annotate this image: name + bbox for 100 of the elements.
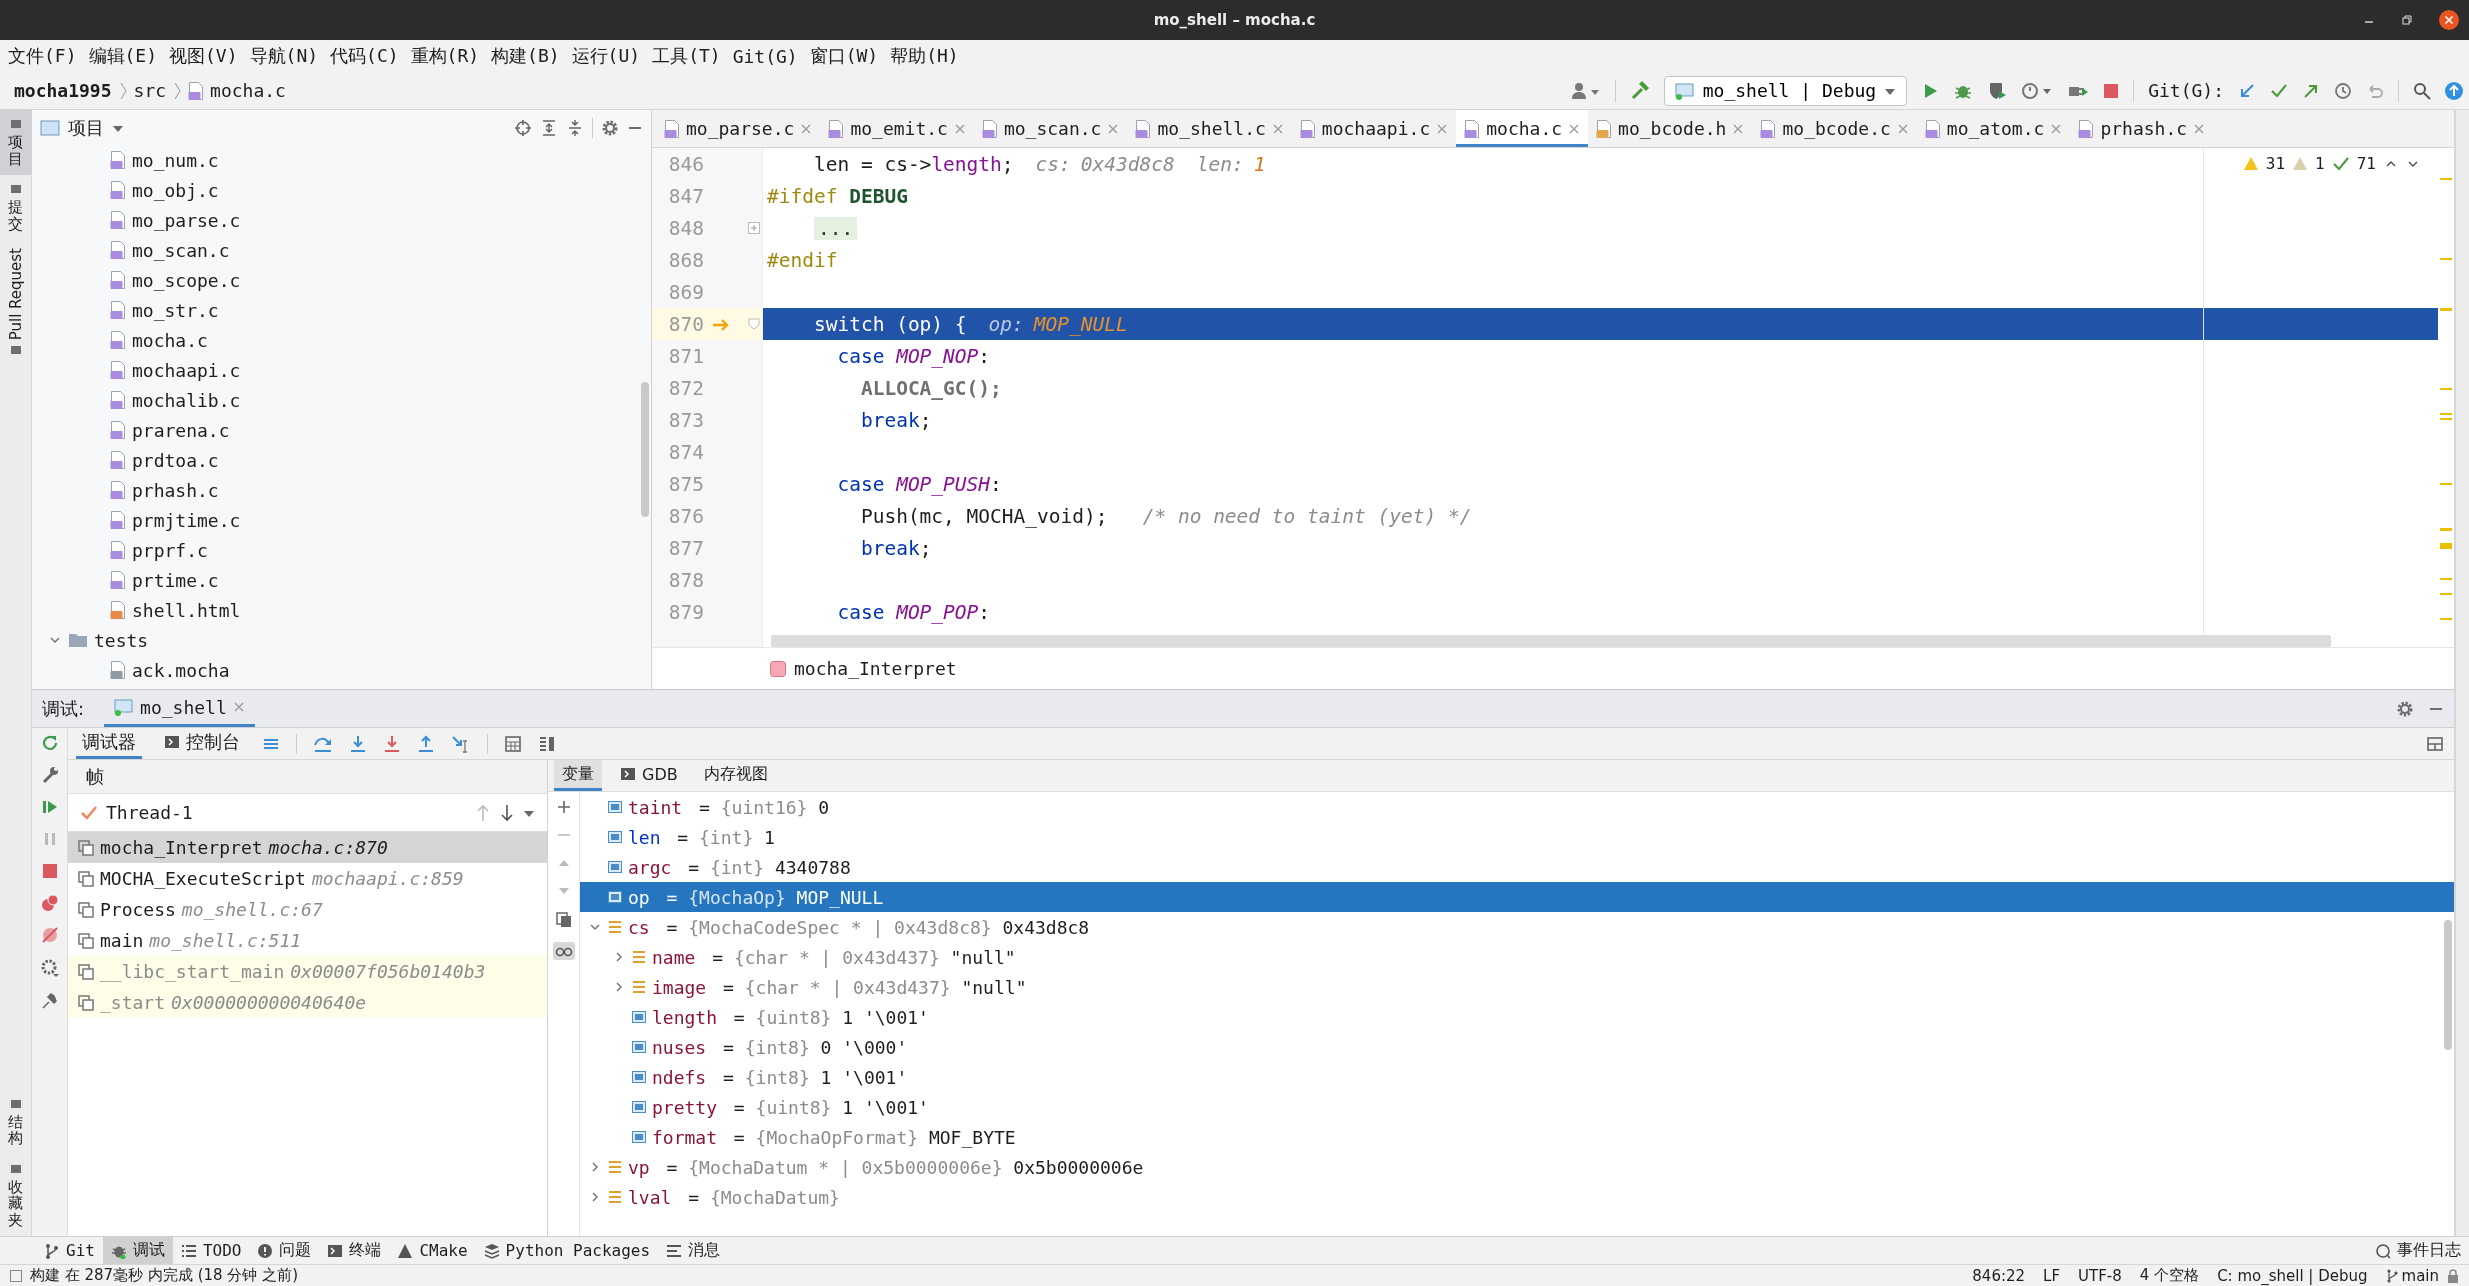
variable-row[interactable]: name = {char * | 0x43d437} "null" xyxy=(580,942,2454,972)
file-name[interactable]: mo_num.c xyxy=(132,149,219,171)
variable-row[interactable]: len = {int} 1 xyxy=(580,822,2454,852)
tool-window-button[interactable]: CMake xyxy=(389,1237,476,1264)
resume-icon[interactable] xyxy=(40,798,59,816)
folder-name[interactable]: tests xyxy=(94,629,149,651)
file-name[interactable]: mochaapi.c xyxy=(132,359,241,381)
file-name[interactable]: prhash.c xyxy=(132,479,219,501)
run-configuration-dropdown[interactable]: mo_shell | Debug xyxy=(1663,75,1908,106)
arrow-up-icon[interactable] xyxy=(475,803,491,822)
editor-tab[interactable]: mocha.c xyxy=(1456,110,1589,147)
tool-window-tab[interactable]: 提交 xyxy=(0,175,31,240)
variable-row[interactable]: pretty = {uint8} 1 '\001' xyxy=(580,1092,2454,1122)
file-name[interactable]: mocha.c xyxy=(132,329,208,351)
editor-tab[interactable]: mo_scan.c xyxy=(973,110,1128,147)
collapse-all-icon[interactable] xyxy=(566,118,584,137)
close-icon[interactable] xyxy=(2439,10,2459,30)
menu-item[interactable]: 构建(B) xyxy=(485,42,566,70)
arrow-down-icon[interactable] xyxy=(499,803,515,822)
breakpoints-icon[interactable] xyxy=(40,894,59,912)
tool-window-tab[interactable]: 收藏夹 xyxy=(0,1154,31,1236)
tool-window-button[interactable]: 调试 xyxy=(102,1237,173,1264)
file-name[interactable]: mo_scan.c xyxy=(132,239,230,261)
add-icon[interactable] xyxy=(556,800,571,814)
file-name[interactable]: ack.mocha xyxy=(132,659,230,681)
expand-all-icon[interactable] xyxy=(540,118,558,137)
variable-row[interactable]: cs = {MochaCodeSpec * | 0x43d8c8} 0x43d8c8 xyxy=(580,912,2454,942)
coverage-icon[interactable] xyxy=(1987,80,2008,101)
editor-tab[interactable]: prhash.c xyxy=(2070,110,2214,147)
panel-tab[interactable]: 变量 xyxy=(554,760,602,791)
status-item[interactable]: 846:22 xyxy=(1972,1266,2026,1285)
file-name[interactable]: mo_parse.c xyxy=(132,209,241,231)
profile-icon[interactable] xyxy=(2021,80,2054,101)
glasses-icon[interactable] xyxy=(552,942,575,960)
file-name[interactable]: prmjtime.c xyxy=(132,509,241,531)
tool-window-tab[interactable]: Pull Request xyxy=(0,240,31,365)
file-name[interactable]: prdtoa.c xyxy=(132,449,219,471)
history-icon[interactable] xyxy=(2334,81,2352,100)
file-name[interactable]: prprf.c xyxy=(132,539,208,561)
panel-tab[interactable]: GDB xyxy=(612,760,686,791)
file-name[interactable]: prarena.c xyxy=(132,419,230,441)
editor-tab[interactable]: mo_emit.c xyxy=(820,110,974,147)
editor-tab[interactable]: mo_bcode.h xyxy=(1588,110,1753,147)
breadcrumb-item[interactable]: mocha1995 xyxy=(14,80,112,101)
menu-item[interactable]: 重构(R) xyxy=(404,42,486,70)
variable-row[interactable]: op = {MochaOp} MOP_NULL xyxy=(580,882,2454,912)
panel-tab[interactable]: 内存视图 xyxy=(695,760,776,791)
file-name[interactable]: mo_scope.c xyxy=(132,269,241,291)
debugger-tab[interactable]: 控制台 xyxy=(158,728,246,759)
file-name[interactable]: shell.html xyxy=(132,599,241,621)
tool-window-button[interactable]: TODO xyxy=(172,1237,250,1264)
status-item[interactable]: C: mo_shell | Debug xyxy=(2217,1266,2368,1285)
mute-breakpoints-icon[interactable] xyxy=(40,926,59,944)
branch-widget[interactable]: main xyxy=(2385,1266,2439,1285)
editor-tab[interactable]: mo_parse.c xyxy=(656,110,821,147)
editor-tab[interactable]: mo_atom.c xyxy=(1916,110,2071,147)
settings-icon[interactable] xyxy=(601,118,619,137)
menu-item[interactable]: 代码(C) xyxy=(324,42,405,70)
tool-window-tab[interactable]: 结构 xyxy=(0,1089,31,1155)
tool-window-tab[interactable]: 项目 xyxy=(0,110,31,175)
menu-item[interactable]: 导航(N) xyxy=(243,42,325,70)
breadcrumb-item[interactable]: mocha.c xyxy=(210,80,286,101)
menu-item[interactable]: 文件(F) xyxy=(2,42,83,70)
stop-icon[interactable] xyxy=(2103,82,2120,99)
editor-tab[interactable]: mo_bcode.c xyxy=(1752,110,1917,147)
tool-window-button[interactable]: 问题 xyxy=(249,1237,320,1264)
settings-icon[interactable] xyxy=(39,958,60,978)
variable-row[interactable]: format = {MochaOpFormat} MOF_BYTE xyxy=(580,1122,2454,1152)
settings-icon[interactable] xyxy=(2396,699,2414,718)
function-breadcrumb[interactable]: mocha_Interpret xyxy=(794,658,957,679)
pin-icon[interactable] xyxy=(40,992,59,1010)
tool-window-button[interactable]: 终端 xyxy=(319,1237,390,1264)
menu-item[interactable]: 窗口(W) xyxy=(803,42,885,70)
search-icon[interactable] xyxy=(2413,81,2431,100)
file-name[interactable]: prtime.c xyxy=(132,569,219,591)
editor-tab[interactable]: mochaapi.c xyxy=(1291,110,1457,147)
upgrade-icon[interactable] xyxy=(2445,81,2463,100)
tool-window-button[interactable]: Git xyxy=(36,1237,103,1264)
step-into-icon[interactable] xyxy=(349,734,367,753)
tool-window-button[interactable]: Python Packages xyxy=(475,1237,659,1264)
status-item[interactable]: LF xyxy=(2043,1266,2061,1285)
update-project-icon[interactable] xyxy=(2238,81,2256,100)
folded-code[interactable]: ... xyxy=(814,216,858,240)
variable-row[interactable]: vp = {MochaDatum * | 0x5b0000006e} 0x5b0000006e xyxy=(580,1152,2454,1182)
layout-icon[interactable] xyxy=(2426,734,2444,753)
file-name[interactable]: mochalib.c xyxy=(132,389,241,411)
status-item[interactable]: UTF-8 xyxy=(2078,1266,2122,1285)
hammer-icon[interactable] xyxy=(1629,80,1650,101)
variable-row[interactable]: nuses = {int8} 0 '\000' xyxy=(580,1032,2454,1062)
breadcrumb-item[interactable]: src xyxy=(133,80,167,101)
event-log-button[interactable]: 事件日志 xyxy=(2367,1237,2469,1264)
fold-marker-icon[interactable] xyxy=(748,318,760,330)
menu-item[interactable]: 视图(V) xyxy=(163,42,244,70)
file-name[interactable]: mo_obj.c xyxy=(132,179,219,201)
menu-item[interactable]: 运行(U) xyxy=(565,42,647,70)
force-step-into-icon[interactable] xyxy=(383,734,401,753)
variable-row[interactable]: length = {uint8} 1 '\001' xyxy=(580,1002,2454,1032)
variable-row[interactable]: image = {char * | 0x43d437} "null" xyxy=(580,972,2454,1002)
menu-item[interactable]: 帮助(H) xyxy=(884,42,965,70)
status-item[interactable]: 4 个空格 xyxy=(2139,1266,2200,1285)
